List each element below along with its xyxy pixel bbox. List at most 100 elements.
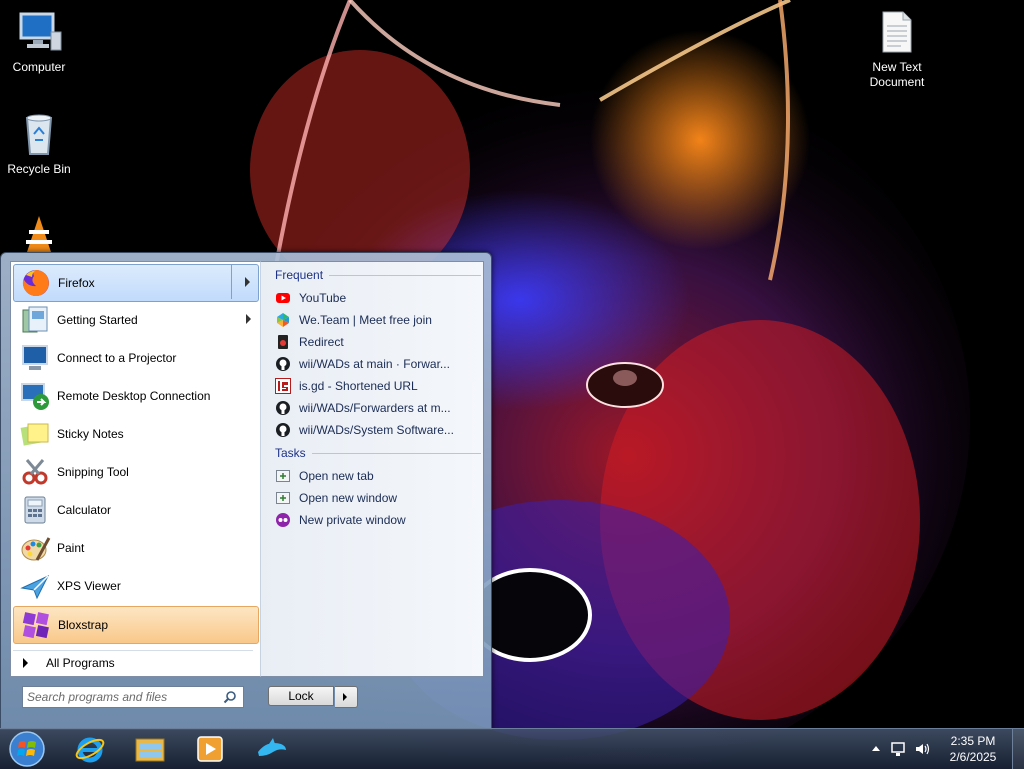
section-divider <box>329 274 481 276</box>
jumplist-item-redirect[interactable]: Redirect <box>275 332 475 352</box>
show-desktop-button[interactable] <box>1012 729 1024 769</box>
jumplist-label: Open new tab <box>299 469 374 483</box>
program-sticky-notes[interactable]: Sticky Notes <box>13 416 259 452</box>
desktop-icon-new-text-document[interactable]: New Text Document <box>859 8 935 90</box>
program-xps-viewer[interactable]: XPS Viewer <box>13 568 259 604</box>
program-label: Bloxstrap <box>58 618 109 632</box>
computer-icon <box>19 12 62 51</box>
lock-button-group: Lock <box>268 686 358 708</box>
jumplist-label: wii/WADs/Forwarders at m... <box>299 401 451 415</box>
network-icon[interactable] <box>890 741 906 757</box>
search-icon[interactable] <box>223 690 237 704</box>
remote-desktop-icon <box>21 383 49 410</box>
getting-started-icon <box>22 306 48 333</box>
weteam-icon <box>277 313 289 327</box>
desktop-icon-recycle-bin[interactable]: Recycle Bin <box>1 110 77 177</box>
jumplist-item-youtube[interactable]: YouTube <box>275 288 475 308</box>
search-box[interactable] <box>22 686 244 708</box>
internet-explorer-icon <box>75 737 105 763</box>
text-document-icon <box>882 11 912 53</box>
program-label: Connect to a Projector <box>57 351 177 365</box>
new-tab-icon <box>276 470 290 482</box>
program-calculator[interactable]: Calculator <box>13 492 259 528</box>
projector-icon <box>22 345 48 370</box>
jumplist-label: Open new window <box>299 491 398 505</box>
start-button[interactable] <box>2 731 52 767</box>
submenu-arrow-icon <box>246 314 251 324</box>
tasks-header: Tasks <box>275 446 481 460</box>
isgd-icon <box>275 378 291 394</box>
taskbar-media-player[interactable] <box>184 731 236 767</box>
programs-pane: Firefox Getting Started Connect to a Pro… <box>10 261 261 677</box>
calculator-icon <box>24 496 46 524</box>
desktop-icon-label: Recycle Bin <box>7 162 71 176</box>
jumplist-label: Redirect <box>299 335 344 349</box>
jumplist-label: We.Team | Meet free join <box>299 313 432 327</box>
taskbar: 2:35 PM 2/6/2025 <box>0 728 1024 769</box>
frequent-header: Frequent <box>275 268 481 282</box>
tasks-title: Tasks <box>275 446 306 460</box>
section-divider <box>311 452 481 454</box>
program-label: Snipping Tool <box>57 465 129 479</box>
start-menu: Firefox Getting Started Connect to a Pro… <box>0 252 492 730</box>
github-icon <box>276 423 290 437</box>
program-paint[interactable]: Paint <box>13 530 259 566</box>
volume-icon[interactable] <box>914 741 930 757</box>
start-orb-icon <box>9 731 45 767</box>
program-snipping-tool[interactable]: Snipping Tool <box>13 454 259 490</box>
task-new-private-window[interactable]: New private window <box>275 510 475 530</box>
program-label: Calculator <box>57 503 112 517</box>
file-explorer-icon <box>135 738 165 762</box>
submenu-arrow-icon <box>245 277 250 287</box>
taskbar-clock[interactable]: 2:35 PM 2/6/2025 <box>940 733 1006 765</box>
task-open-new-window[interactable]: Open new window <box>275 488 475 508</box>
all-programs-label: All Programs <box>46 656 115 670</box>
search-input[interactable] <box>23 689 219 705</box>
program-label: Firefox <box>58 276 95 290</box>
all-programs-button[interactable]: All Programs <box>13 650 253 675</box>
jumplist-label: YouTube <box>299 291 347 305</box>
task-open-new-tab[interactable]: Open new tab <box>275 466 475 486</box>
program-label: Sticky Notes <box>57 427 124 441</box>
github-icon <box>276 357 290 371</box>
program-getting-started[interactable]: Getting Started <box>13 302 259 338</box>
snipping-tool-icon <box>22 459 48 485</box>
program-connect-to-a-projector[interactable]: Connect to a Projector <box>13 340 259 376</box>
firefox-icon <box>22 270 49 296</box>
sticky-notes-icon <box>20 423 49 446</box>
program-remote-desktop-connection[interactable]: Remote Desktop Connection <box>13 378 259 414</box>
power-options-arrow-button[interactable] <box>335 686 358 708</box>
program-label: Paint <box>57 541 85 555</box>
show-hidden-icons-icon[interactable] <box>868 741 884 757</box>
jumplist-item-github-wads-main[interactable]: wii/WADs at main · Forwar... <box>275 354 475 374</box>
taskbar-file-explorer[interactable] <box>124 731 176 767</box>
program-label: Remote Desktop Connection <box>57 389 211 403</box>
taskbar-internet-explorer[interactable] <box>64 731 116 767</box>
xps-viewer-icon <box>20 574 50 600</box>
lock-button[interactable]: Lock <box>268 686 334 706</box>
recycle-bin-icon <box>25 114 53 155</box>
program-firefox[interactable]: Firefox <box>13 264 259 302</box>
firefox-jumplist-pane: Frequent YouTube We.Team | Meet free joi… <box>260 261 484 677</box>
desktop-icon-computer[interactable]: Computer <box>1 8 77 75</box>
desktop-icon-label: New Text Document <box>869 60 925 89</box>
program-label: Getting Started <box>57 313 138 327</box>
program-bloxstrap[interactable]: Bloxstrap <box>13 606 259 644</box>
github-icon <box>276 401 290 415</box>
taskbar-dolphin[interactable] <box>246 731 298 767</box>
jumplist-item-github-system-software[interactable]: wii/WADs/System Software... <box>275 420 475 440</box>
paint-icon <box>21 537 51 561</box>
jumplist-label: wii/WADs/System Software... <box>299 423 454 437</box>
jumplist-label: wii/WADs at main · Forwar... <box>299 357 450 371</box>
jumplist-item-weteam[interactable]: We.Team | Meet free join <box>275 310 475 330</box>
new-window-icon <box>276 492 290 504</box>
program-label: XPS Viewer <box>57 579 121 593</box>
frequent-title: Frequent <box>275 268 324 282</box>
jumplist-label: New private window <box>299 513 406 527</box>
dolphin-icon <box>258 738 286 756</box>
private-window-icon <box>276 513 290 527</box>
jumplist-item-github-forwarders[interactable]: wii/WADs/Forwarders at m... <box>275 398 475 418</box>
jumplist-label: is.gd - Shortened URL <box>299 379 418 393</box>
bloxstrap-icon <box>22 612 49 639</box>
jumplist-item-isgd[interactable]: is.gd - Shortened URL <box>275 376 475 396</box>
